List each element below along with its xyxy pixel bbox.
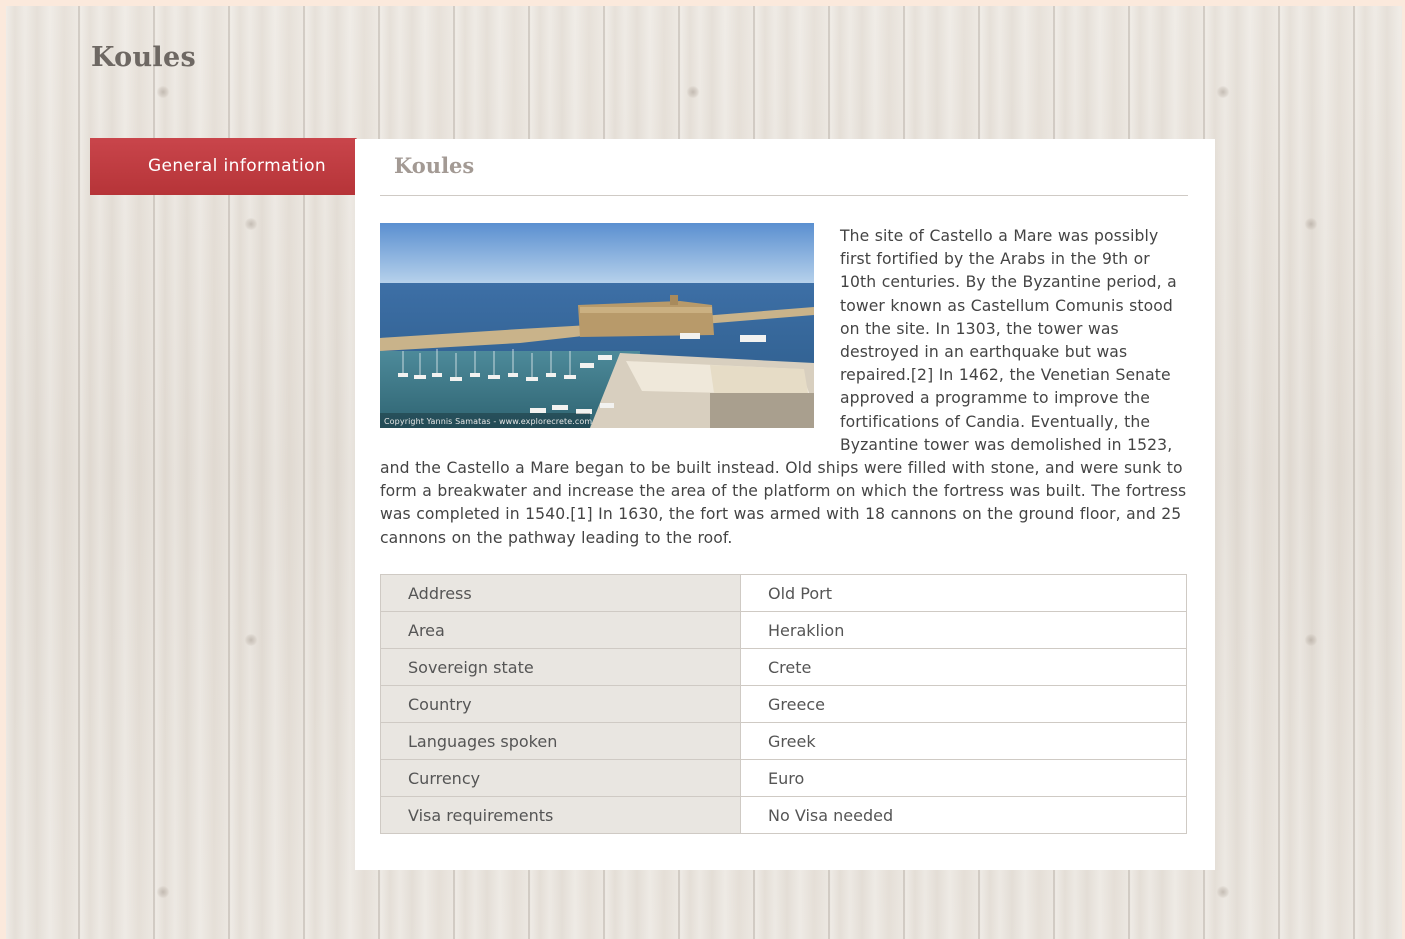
info-value: No Visa needed [740,796,1187,834]
info-label: Visa requirements [380,796,741,834]
info-label: Sovereign state [380,648,741,686]
info-label: Area [380,611,741,649]
info-label: Currency [380,759,741,797]
harbour-photo: Copyright Yannis Samatas - www.explorecr… [380,223,814,428]
table-row: Address Old Port [380,574,1187,612]
info-label: Country [380,685,741,723]
photo-credit: Copyright Yannis Samatas - www.explorecr… [384,417,592,426]
wood-knot [686,86,700,98]
title-divider [380,195,1188,196]
table-row: Currency Euro [380,759,1187,797]
info-value: Heraklion [740,611,1187,649]
wood-knot [244,218,258,230]
table-row: Country Greece [380,685,1187,723]
info-value: Greek [740,722,1187,760]
wood-knot [1304,634,1318,646]
table-row: Visa requirements No Visa needed [380,796,1187,834]
info-value: Euro [740,759,1187,797]
table-row: Area Heraklion [380,611,1187,649]
wood-knot [1216,86,1230,98]
tab-general-information[interactable]: General information [90,138,356,195]
info-table: Address Old Port Area Heraklion Sovereign st… [380,574,1187,834]
table-row: Languages spoken Greek [380,722,1187,760]
info-value: Greece [740,685,1187,723]
panel-title: Koules [394,153,475,178]
table-row: Sovereign state Crete [380,648,1187,686]
wood-knot [244,634,258,646]
article: Copyright Yannis Samatas - www.explorecr… [380,223,1190,550]
wood-knot [156,86,170,98]
wood-knot [1304,218,1318,230]
info-value: Old Port [740,574,1187,612]
content-panel: Koules Copyright Yannis Samatas - www.ex… [355,139,1215,870]
info-value: Crete [740,648,1187,686]
wood-knot [1216,886,1230,898]
page-title: Koules [91,42,196,73]
info-label: Languages spoken [380,722,741,760]
info-label: Address [380,574,741,612]
wood-knot [156,886,170,898]
